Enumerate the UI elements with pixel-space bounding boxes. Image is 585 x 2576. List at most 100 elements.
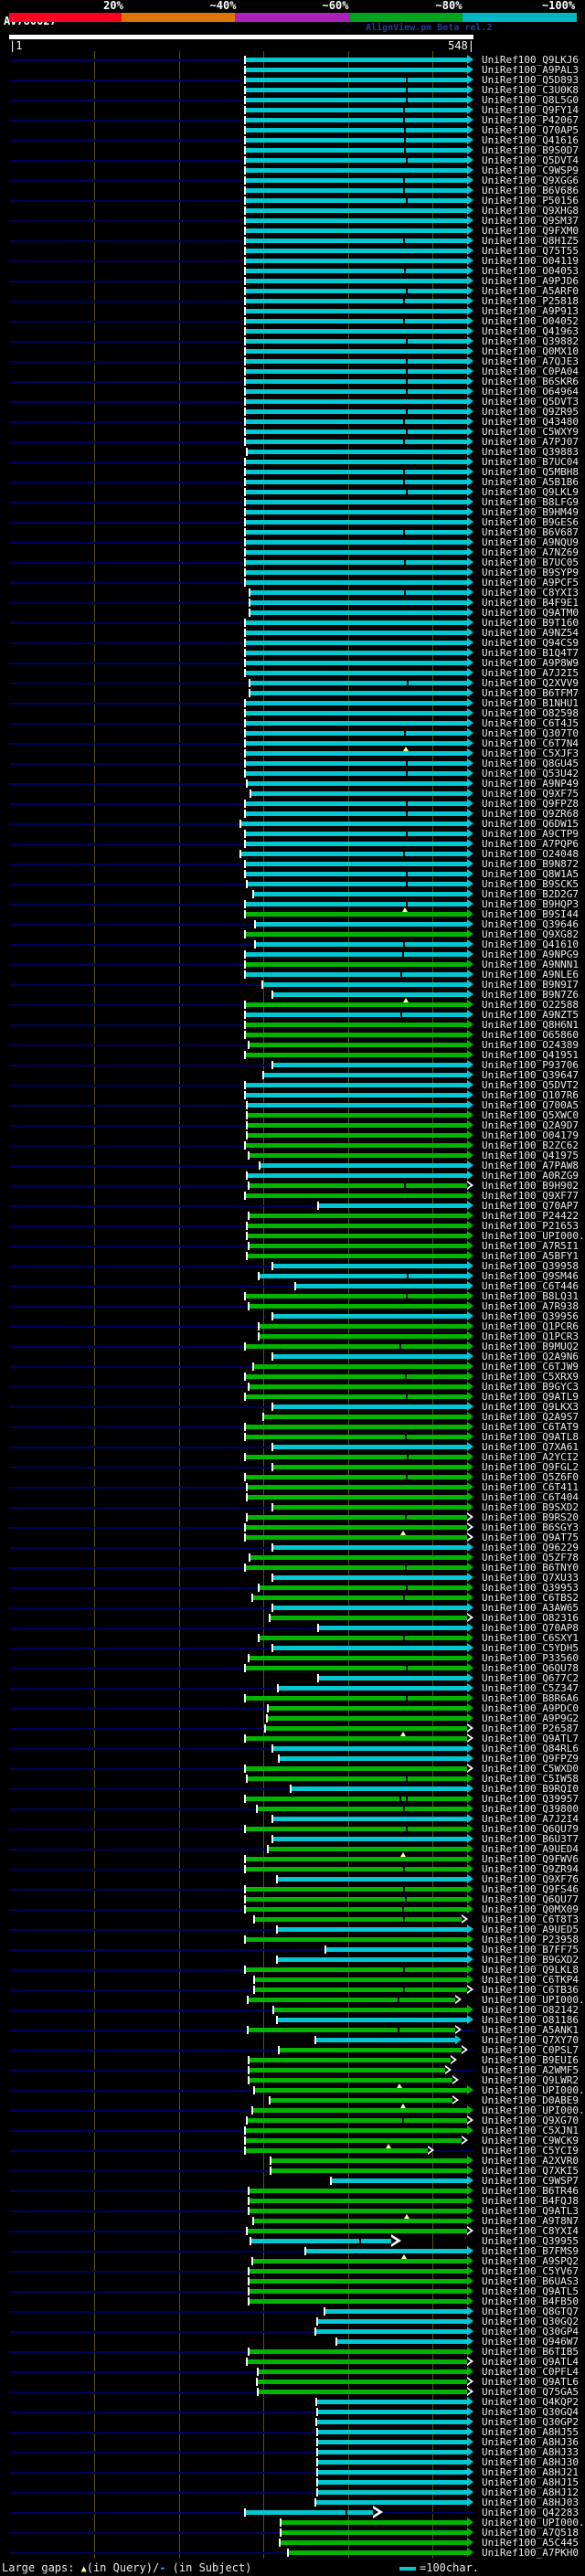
hit-bar[interactable] <box>263 1073 467 1077</box>
hit-bar[interactable] <box>245 1475 467 1479</box>
hit-bar[interactable] <box>245 1967 467 1972</box>
hit-bar[interactable] <box>247 1234 467 1238</box>
hit-bar[interactable] <box>249 2289 467 2294</box>
hit-bar[interactable] <box>245 239 467 243</box>
hit-bar[interactable] <box>277 2018 467 2022</box>
hit-bar[interactable] <box>245 711 467 716</box>
hit-bar[interactable] <box>245 550 467 555</box>
hit-bar[interactable] <box>245 2138 462 2143</box>
hit-bar[interactable] <box>245 872 467 876</box>
hit-bar[interactable] <box>245 339 467 344</box>
hit-bar[interactable] <box>272 1817 467 1821</box>
hit-bar[interactable] <box>317 2460 467 2465</box>
hit-bar[interactable] <box>252 2108 467 2113</box>
hit-bar[interactable] <box>245 158 467 163</box>
hit-bar[interactable] <box>317 2470 467 2475</box>
hit-bar[interactable] <box>245 178 467 183</box>
hit-bar[interactable] <box>245 309 467 313</box>
hit-bar[interactable] <box>245 480 467 484</box>
hit-bar[interactable] <box>245 168 467 173</box>
hit-bar[interactable] <box>247 1113 467 1118</box>
hit-bar[interactable] <box>245 1565 467 1570</box>
hit-bar[interactable] <box>248 1998 455 2002</box>
hit-bar[interactable] <box>245 620 467 625</box>
hit-bar[interactable] <box>249 1384 467 1389</box>
hit-bar[interactable] <box>247 1254 467 1258</box>
hit-bar[interactable] <box>245 1425 467 1429</box>
hit-bar[interactable] <box>317 2440 467 2444</box>
hit-bar[interactable] <box>331 2178 467 2183</box>
hit-bar[interactable] <box>247 1485 467 1489</box>
hit-bar[interactable] <box>317 2319 467 2324</box>
hit-bar[interactable] <box>249 2299 467 2304</box>
hit-bar[interactable] <box>245 218 467 223</box>
hit-bar[interactable] <box>268 1847 467 1851</box>
hit-bar[interactable] <box>249 2269 467 2274</box>
hit-bar[interactable] <box>245 349 467 354</box>
hit-bar[interactable] <box>245 1394 467 1399</box>
hit-bar[interactable] <box>254 1917 462 1922</box>
hit-bar[interactable] <box>249 2199 467 2203</box>
hit-bar[interactable] <box>267 1716 467 1721</box>
hit-bar[interactable] <box>250 610 467 615</box>
hit-bar[interactable] <box>245 188 467 193</box>
hit-bar[interactable] <box>249 1214 467 1218</box>
hit-bar[interactable] <box>272 1405 467 1409</box>
hit-bar[interactable] <box>245 279 467 283</box>
hit-bar[interactable] <box>245 731 467 736</box>
hit-bar[interactable] <box>245 801 467 806</box>
hit-bar[interactable] <box>249 2349 467 2354</box>
hit-bar[interactable] <box>245 952 467 957</box>
hit-bar[interactable] <box>245 1374 467 1379</box>
hit-bar[interactable] <box>245 1666 467 1670</box>
hit-bar[interactable] <box>245 389 467 394</box>
hit-bar[interactable] <box>245 842 467 846</box>
hit-bar[interactable] <box>305 2249 467 2253</box>
hit-bar[interactable] <box>245 540 467 545</box>
hit-bar[interactable] <box>252 1595 467 1600</box>
hit-bar[interactable] <box>245 409 467 414</box>
hit-bar[interactable] <box>250 590 467 595</box>
hit-bar[interactable] <box>245 500 467 504</box>
hit-bar[interactable] <box>249 2078 452 2083</box>
hit-bar[interactable] <box>245 811 467 816</box>
hit-bar[interactable] <box>272 1746 467 1751</box>
hit-bar[interactable] <box>245 510 467 514</box>
hit-bar[interactable] <box>250 2239 391 2243</box>
hit-bar[interactable] <box>318 1203 467 1208</box>
hit-bar[interactable] <box>249 2209 467 2213</box>
hit-bar[interactable] <box>245 631 467 635</box>
hit-bar[interactable] <box>268 1706 467 1711</box>
hit-bar[interactable] <box>245 148 467 153</box>
hit-bar[interactable] <box>281 2520 467 2525</box>
hit-bar[interactable] <box>272 992 467 997</box>
hit-bar[interactable] <box>247 1123 467 1128</box>
hit-bar[interactable] <box>247 450 467 454</box>
hit-bar[interactable] <box>245 1525 467 1530</box>
hit-bar[interactable] <box>277 1877 467 1882</box>
hit-bar[interactable] <box>245 741 467 746</box>
hit-bar[interactable] <box>245 1023 467 1027</box>
hit-bar[interactable] <box>280 2540 467 2545</box>
hit-bar[interactable] <box>249 1183 467 1188</box>
hit-bar[interactable] <box>277 1957 467 1962</box>
hit-bar[interactable] <box>245 1435 467 1439</box>
hit-bar[interactable] <box>255 922 467 927</box>
hit-bar[interactable] <box>317 2430 467 2434</box>
hit-bar[interactable] <box>336 2339 467 2344</box>
hit-bar[interactable] <box>324 2309 467 2314</box>
hit-bar[interactable] <box>271 2158 467 2163</box>
hit-bar[interactable] <box>272 1264 467 1268</box>
hit-bar[interactable] <box>245 98 467 102</box>
hit-bar[interactable] <box>247 2118 467 2123</box>
hit-bar[interactable] <box>260 1163 467 1168</box>
hit-bar[interactable] <box>245 1887 467 1892</box>
hit-bar[interactable] <box>252 2259 467 2263</box>
hit-bar[interactable] <box>272 1646 467 1650</box>
hit-bar[interactable] <box>272 1445 467 1449</box>
hit-bar[interactable] <box>245 58 467 62</box>
hit-bar[interactable] <box>317 2410 467 2414</box>
hit-bar[interactable] <box>281 2530 467 2535</box>
hit-bar[interactable] <box>249 1304 467 1309</box>
hit-bar[interactable] <box>245 1344 467 1349</box>
